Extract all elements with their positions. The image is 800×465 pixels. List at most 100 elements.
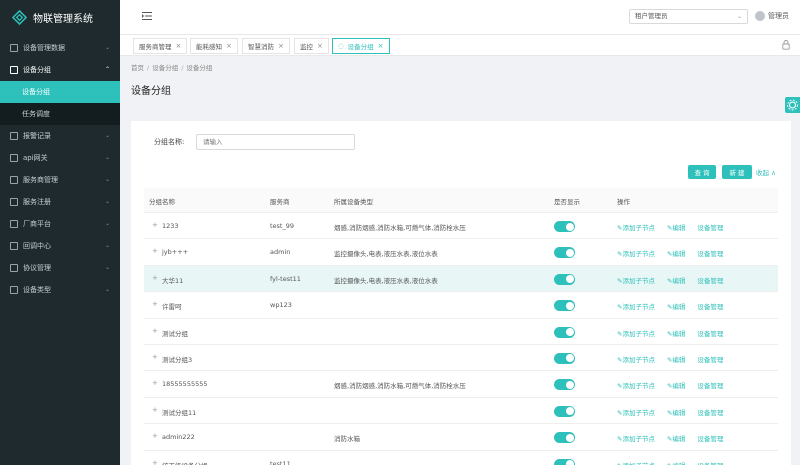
sidebar-item-alarm-records[interactable]: 报警记录 ⌄	[0, 125, 120, 147]
device-manage-link[interactable]: 设备管理	[697, 462, 723, 465]
expand-icon[interactable]: +	[152, 353, 158, 360]
close-icon[interactable]: ×	[317, 42, 323, 50]
close-icon[interactable]: ×	[226, 42, 232, 50]
user-menu[interactable]: 管理员	[755, 11, 789, 21]
visible-toggle[interactable]	[554, 221, 575, 232]
group-name-input[interactable]	[196, 134, 355, 150]
role-select[interactable]: 租户管理员 ⌄	[629, 9, 748, 24]
sidebar-item-api-gateway[interactable]: api网关 ⌄	[0, 147, 120, 169]
edit-link[interactable]: ✎编辑	[667, 330, 691, 338]
settings-fab[interactable]	[785, 97, 800, 113]
add-child-link[interactable]: ✎添加子节点	[617, 250, 661, 258]
visible-toggle[interactable]	[554, 247, 575, 259]
device-manage-link[interactable]: 设备管理	[697, 303, 723, 311]
add-child-link[interactable]: ✎添加子节点	[617, 330, 661, 338]
app-title: 物联管理系统	[33, 14, 93, 25]
sidebar-item-vendor-platform[interactable]: 厂商平台 ⌄	[0, 213, 120, 235]
add-child-link[interactable]: ✎添加子节点	[617, 277, 661, 285]
expand-icon[interactable]: +	[152, 301, 158, 308]
add-child-label: 添加子节点	[622, 276, 655, 285]
add-child-link[interactable]: ✎添加子节点	[617, 303, 661, 311]
tab-energy[interactable]: 能耗感知 ×	[190, 38, 238, 54]
table-row: + 测试分组3 ✎添加子节点 ✎编辑 设备管理	[144, 345, 778, 372]
breadcrumb-item[interactable]: 设备分组	[152, 64, 178, 72]
expand-icon[interactable]: +	[152, 380, 158, 387]
visible-toggle[interactable]	[554, 458, 575, 465]
new-button[interactable]: 新 建	[722, 165, 752, 179]
device-manage-link[interactable]: 设备管理	[697, 250, 723, 258]
device-manage-link[interactable]: 设备管理	[697, 224, 723, 232]
submenu-device-group: 设备分组 任务调度	[0, 81, 120, 125]
query-button[interactable]: 查 询	[688, 165, 716, 179]
device-manage-link[interactable]: 设备管理	[697, 277, 723, 285]
breadcrumb-home[interactable]: 首页	[131, 64, 144, 72]
device-manage-link[interactable]: 设备管理	[697, 409, 723, 417]
sidebar-item-callback-center[interactable]: 回调中心 ⌄	[0, 235, 120, 257]
device-manage-link[interactable]: 设备管理	[697, 435, 723, 443]
loading-icon: ◌	[338, 42, 344, 50]
edit-link[interactable]: ✎编辑	[667, 250, 691, 258]
table-row: + 大华11 fyl-test11 监控摄像头,电表,液压水表,液位水表 ✎添加子节点 ✎…	[144, 265, 778, 293]
sidebar-subitem-device-group[interactable]: 设备分组	[0, 81, 120, 103]
device-types-cell: 烟感,消防烟感,消防水箱,可燃气体,消防栓水压	[334, 224, 466, 232]
device-manage-link[interactable]: 设备管理	[697, 356, 723, 364]
expand-icon[interactable]: +	[152, 248, 158, 255]
expand-icon[interactable]: +	[152, 222, 158, 229]
expand-icon[interactable]: +	[152, 433, 158, 440]
add-child-link[interactable]: ✎添加子节点	[617, 409, 661, 417]
brand[interactable]: 物联管理系统	[0, 0, 120, 35]
expand-icon[interactable]: +	[152, 459, 158, 465]
expand-icon[interactable]: +	[152, 406, 158, 413]
tab-fire[interactable]: 智慧消防 ×	[242, 38, 290, 54]
visible-toggle[interactable]	[554, 300, 575, 312]
close-icon[interactable]: ×	[176, 42, 182, 50]
edit-link[interactable]: ✎编辑	[667, 224, 691, 232]
visible-toggle[interactable]	[554, 379, 575, 391]
sidebar-item-device-group[interactable]: 设备分组 ⌃	[0, 59, 120, 81]
row-actions: ✎添加子节点 ✎编辑设备管理	[617, 433, 729, 443]
device-manage-link[interactable]: 设备管理	[697, 382, 723, 390]
sidebar-item-device-data[interactable]: 设备管理数据 ⌄	[0, 37, 120, 59]
header: 租户管理员 ⌄ 管理员	[120, 0, 800, 35]
add-child-link[interactable]: ✎添加子节点	[617, 462, 661, 465]
gear-icon	[787, 99, 798, 111]
menu-fold-icon[interactable]	[142, 11, 152, 21]
add-child-link[interactable]: ✎添加子节点	[617, 435, 661, 443]
tab-monitor[interactable]: 监控 ×	[294, 38, 329, 54]
add-child-link[interactable]: ✎添加子节点	[617, 224, 661, 232]
tab-device-group[interactable]: ◌ 设备分组 ×	[332, 38, 390, 54]
edit-link[interactable]: ✎编辑	[667, 409, 691, 417]
visible-toggle[interactable]	[554, 273, 575, 285]
sidebar-item-provider-management[interactable]: 服务商管理 ⌄	[0, 169, 120, 191]
edit-link[interactable]: ✎编辑	[667, 277, 691, 285]
sidebar: 物联管理系统 设备管理数据 ⌄ 设备分组 ⌃ 设备分组 任务调度 报警记录 ⌄ …	[0, 0, 120, 465]
collapse-link[interactable]: 收起 ∧	[756, 167, 776, 177]
visible-toggle[interactable]	[554, 405, 575, 417]
sidebar-item-service-registry[interactable]: 服务注册 ⌄	[0, 191, 120, 213]
sidebar-item-label: 回调中心	[23, 242, 51, 250]
edit-link[interactable]: ✎编辑	[667, 303, 691, 311]
close-icon[interactable]: ×	[278, 42, 284, 50]
sidebar-subitem-task-schedule[interactable]: 任务调度	[0, 103, 120, 125]
expand-icon[interactable]: +	[152, 274, 158, 281]
tab-label: 服务商管理	[139, 43, 172, 51]
group-name-cell: 1233	[162, 222, 179, 230]
edit-link[interactable]: ✎编辑	[667, 462, 691, 465]
visible-toggle[interactable]	[554, 432, 575, 444]
edit-link[interactable]: ✎编辑	[667, 356, 691, 364]
chevron-down-icon: ⌄	[104, 264, 110, 271]
expand-icon[interactable]: +	[152, 327, 158, 334]
edit-link[interactable]: ✎编辑	[667, 435, 691, 443]
sidebar-item-protocol-management[interactable]: 协议管理 ⌄	[0, 257, 120, 279]
device-manage-link[interactable]: 设备管理	[697, 330, 723, 338]
add-child-link[interactable]: ✎添加子节点	[617, 382, 661, 390]
sidebar-item-device-type[interactable]: 设备类型 ⌄	[0, 279, 120, 301]
visible-toggle[interactable]	[554, 352, 575, 364]
row-actions: ✎添加子节点 ✎编辑设备管理	[617, 301, 729, 311]
close-icon[interactable]: ×	[378, 42, 384, 50]
add-child-link[interactable]: ✎添加子节点	[617, 356, 661, 364]
tab-provider-management[interactable]: 服务商管理 ×	[133, 38, 188, 54]
edit-link[interactable]: ✎编辑	[667, 382, 691, 390]
lock-icon[interactable]	[782, 40, 790, 50]
visible-toggle[interactable]	[554, 326, 575, 338]
